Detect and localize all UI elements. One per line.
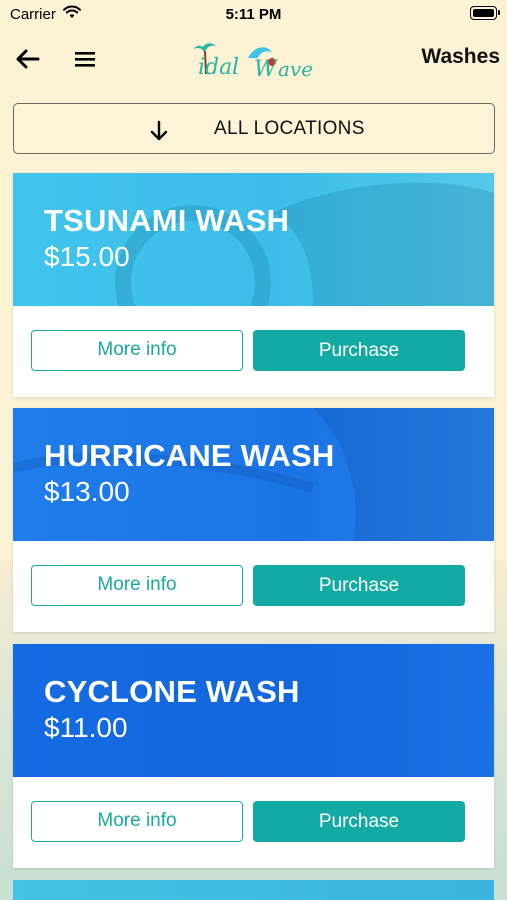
wash-card-tsunami: TSUNAMI WASH $15.00 More info Purchase: [13, 173, 494, 397]
wash-banner: CYCLONE WASH $11.00: [13, 644, 494, 777]
status-bar: Carrier 5:11 PM: [0, 0, 507, 28]
hamburger-icon[interactable]: [74, 47, 96, 71]
arrow-left-icon[interactable]: [14, 46, 42, 72]
wash-banner: HURRICANE WASH $13.00: [13, 408, 494, 541]
wash-price: $15.00: [44, 241, 130, 272]
more-info-button[interactable]: More info: [31, 801, 243, 842]
svg-text:ida: ida: [198, 55, 232, 80]
page-title: Washes: [421, 45, 500, 68]
tidal-wave-logo: ida l W ave: [192, 36, 316, 82]
wash-name: TSUNAMI WASH: [44, 203, 290, 238]
svg-text:l: l: [232, 55, 239, 80]
arrow-down-icon: [150, 120, 168, 142]
wash-card-hurricane: HURRICANE WASH $13.00 More info Purchase: [13, 408, 494, 632]
wash-name: CYCLONE WASH: [44, 674, 300, 709]
navigation-bar: ida l W ave Washes: [0, 32, 507, 88]
purchase-button[interactable]: Purchase: [253, 330, 465, 371]
location-filter-button[interactable]: ALL LOCATIONS: [13, 103, 495, 154]
svg-text:ave: ave: [278, 57, 313, 81]
wash-price: $13.00: [44, 476, 130, 507]
battery-icon: [470, 6, 500, 20]
more-info-button[interactable]: More info: [31, 330, 243, 371]
wash-card-cyclone: CYCLONE WASH $11.00 More info Purchase: [13, 644, 494, 868]
location-filter-label: ALL LOCATIONS: [214, 118, 365, 139]
purchase-button[interactable]: Purchase: [253, 565, 465, 606]
wash-price: $11.00: [44, 712, 128, 743]
svg-text:W: W: [254, 57, 279, 82]
purchase-button[interactable]: Purchase: [253, 801, 465, 842]
wash-banner: TSUNAMI WASH $15.00: [13, 173, 494, 306]
more-info-button[interactable]: More info: [31, 565, 243, 606]
wash-name: HURRICANE WASH: [44, 438, 335, 473]
wash-card-next: [13, 880, 494, 900]
clock: 5:11 PM: [225, 6, 282, 23]
